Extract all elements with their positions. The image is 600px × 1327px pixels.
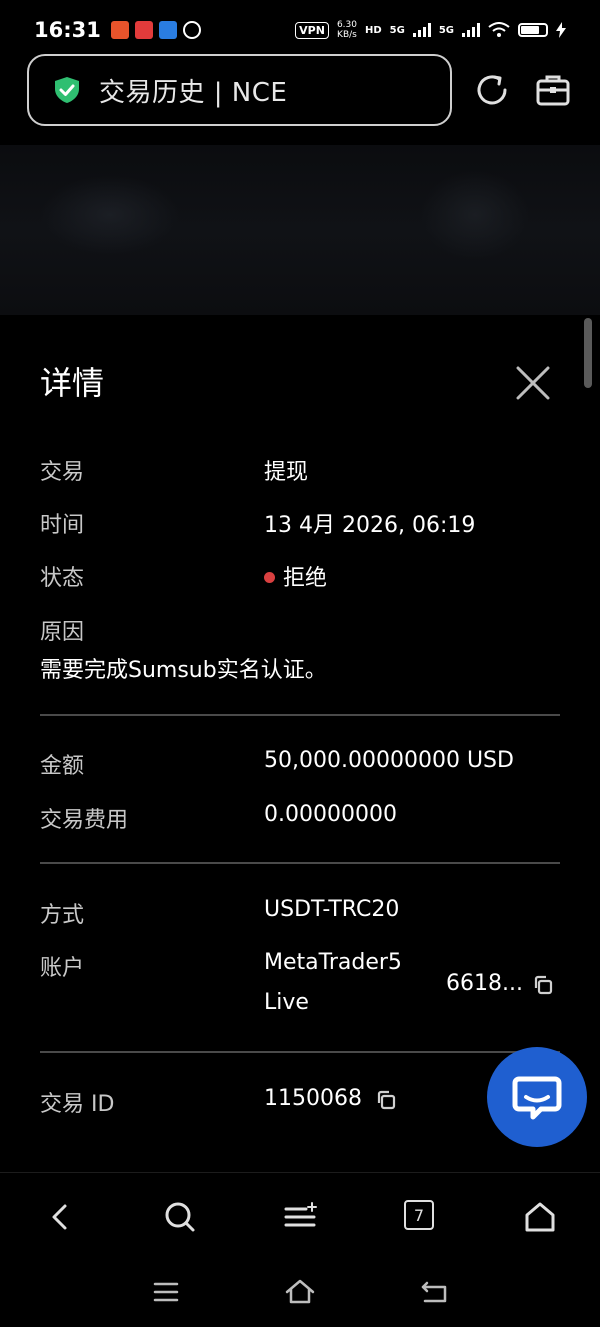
browser-toolbar: 7 <box>0 1172 600 1259</box>
hd-indicator: HD <box>364 24 382 36</box>
briefcase-icon[interactable] <box>533 70 573 110</box>
tabs-count: 7 <box>413 1205 425 1225</box>
status-label: 状态 <box>40 566 85 591</box>
signal-bars-icon <box>412 23 431 37</box>
amount-label: 金额 <box>40 754 85 779</box>
scrollbar[interactable] <box>584 318 592 388</box>
method-label: 方式 <box>40 903 85 928</box>
notification-app-icon <box>158 21 177 39</box>
sheet-title: 详情 <box>40 364 105 402</box>
vpn-badge: VPN <box>295 21 329 39</box>
page-title: 交易历史 | NCE <box>99 77 288 108</box>
menu-icon[interactable] <box>280 1197 320 1237</box>
status-rejected-dot <box>264 571 275 583</box>
signal-bars-icon <box>462 23 480 37</box>
notification-app-icon <box>134 21 153 39</box>
refresh-icon[interactable] <box>472 70 512 110</box>
fee-label: 交易费用 <box>40 808 129 833</box>
network-speed: 6.30 KB/s <box>336 20 357 40</box>
system-back-icon[interactable] <box>418 1276 450 1308</box>
charging-icon <box>556 22 566 38</box>
shield-check-icon <box>55 77 79 103</box>
notification-app-icon <box>110 21 129 39</box>
signal-5g-1: 5G <box>389 24 405 36</box>
chat-bubble-icon <box>512 1076 562 1120</box>
divider <box>40 714 560 716</box>
wifi-icon <box>488 22 510 37</box>
battery-icon <box>518 23 548 37</box>
copy-icon[interactable] <box>375 1089 397 1111</box>
notification-app-icon <box>182 21 201 39</box>
search-icon[interactable] <box>160 1197 200 1237</box>
chat-support-button[interactable] <box>487 1047 587 1147</box>
transaction-type-label: 交易 <box>40 460 85 485</box>
account-label: 账户 <box>40 956 85 981</box>
account-number: 6618... <box>446 971 523 996</box>
reason-value: 需要完成Sumsub实名认证。 <box>40 658 327 683</box>
method-value: USDT-TRC20 <box>264 897 400 922</box>
address-bar[interactable]: 交易历史 | NCE <box>27 54 452 126</box>
time-value: 13 4月 2026, 06:19 <box>264 513 476 538</box>
account-type: Live <box>264 990 309 1015</box>
home-icon[interactable] <box>520 1197 560 1237</box>
status-indicators: VPN 6.30 KB/s HD 5G 5G <box>295 20 566 40</box>
system-home-icon[interactable] <box>284 1276 316 1308</box>
status-badge: 拒绝 <box>283 566 328 591</box>
time-label: 时间 <box>40 513 85 538</box>
reason-label: 原因 <box>40 620 85 645</box>
transaction-id-label: 交易 ID <box>40 1092 115 1117</box>
transaction-type-value: 提现 <box>264 460 309 485</box>
copy-icon[interactable] <box>532 974 554 996</box>
status-time: 16:31 <box>34 18 101 42</box>
divider <box>40 1051 560 1053</box>
transaction-id-value: 1150068 <box>264 1086 362 1111</box>
account-platform: MetaTrader5 <box>264 950 402 975</box>
close-icon[interactable] <box>512 362 554 404</box>
status-value: 拒绝 <box>264 560 327 592</box>
fee-value: 0.00000000 <box>264 802 397 827</box>
status-bar: 16:31 VPN 6.30 KB/s HD 5G 5G <box>0 0 600 60</box>
recent-apps-icon[interactable] <box>150 1276 182 1308</box>
tabs-button[interactable]: 7 <box>404 1200 434 1230</box>
amount-value: 50,000.00000000 USD <box>264 748 514 773</box>
divider <box>40 862 560 864</box>
dimmed-page-background <box>0 145 600 315</box>
back-icon[interactable] <box>40 1197 80 1237</box>
signal-5g-2: 5G <box>438 24 454 36</box>
system-navigation-bar <box>0 1258 600 1327</box>
